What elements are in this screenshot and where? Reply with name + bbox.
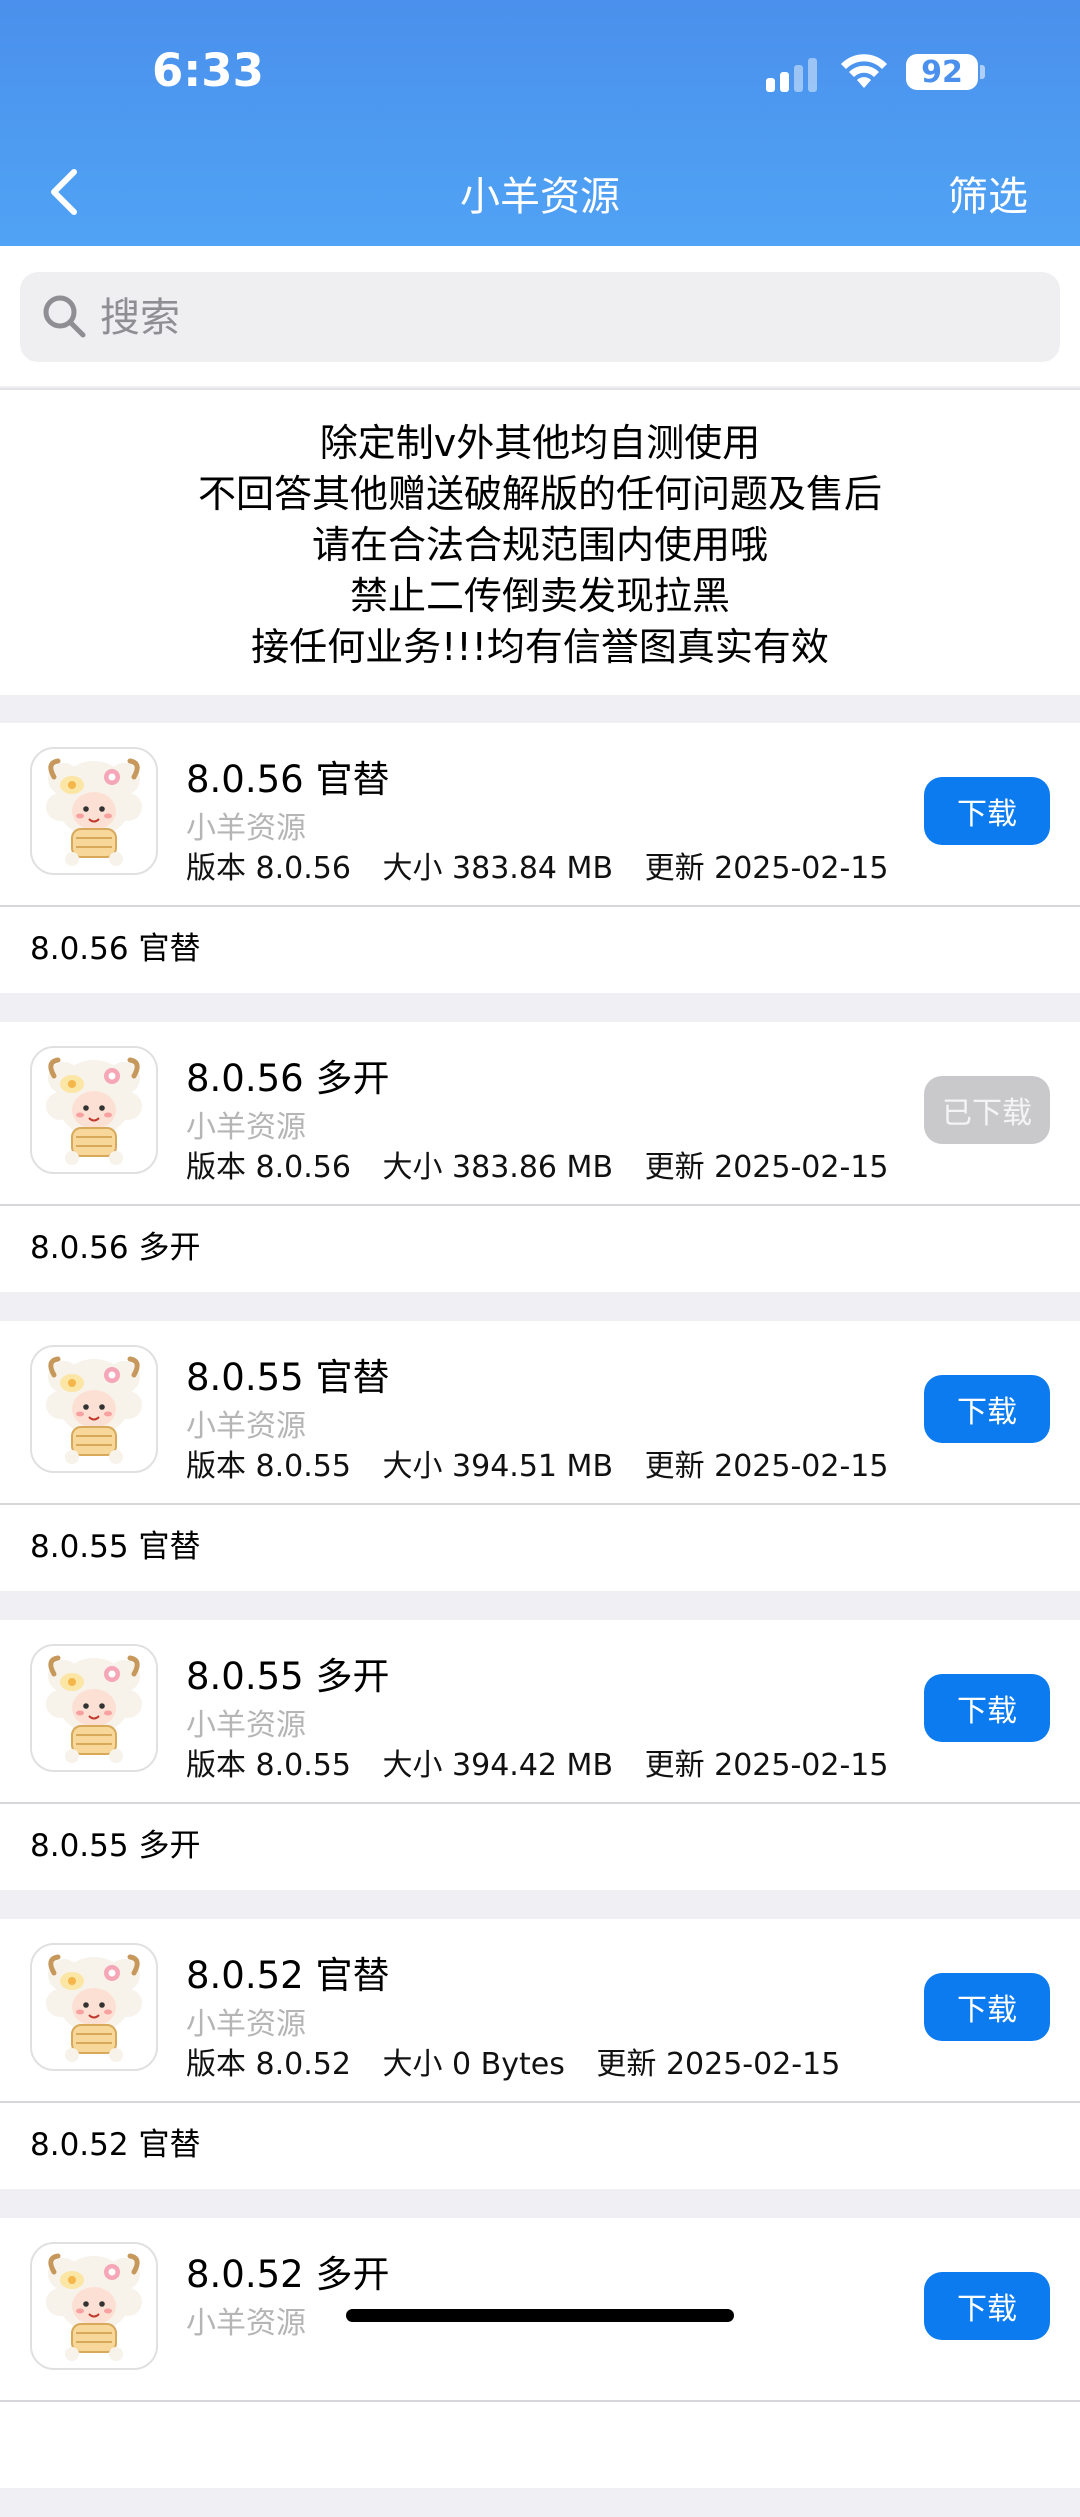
filter-button[interactable]: 筛选 <box>948 164 1028 222</box>
notice-line: 禁止二传倒卖发现拉黑 <box>349 574 730 618</box>
home-indicator[interactable] <box>346 2309 734 2322</box>
resource-list: 8.0.56 官替 小羊资源 版本 8.0.56 大小 383.84 MB 更新… <box>0 723 1080 2517</box>
battery-indicator: 92 <box>906 54 978 90</box>
app-updated: 更新 2025-02-15 <box>596 2047 841 2082</box>
cellular-signal-icon <box>766 58 820 92</box>
download-button[interactable]: 下载 <box>924 1973 1050 2041</box>
app-size: 大小 394.42 MB <box>382 1748 614 1783</box>
app-size: 大小 394.51 MB <box>382 1449 614 1484</box>
app-title: 8.0.56 多开 <box>186 1057 390 1100</box>
app-updated: 更新 2025-02-15 <box>644 1449 889 1484</box>
sheep-app-icon <box>30 1644 158 1772</box>
app-description: 8.0.55 多开 <box>30 1828 201 1864</box>
app-title: 8.0.55 多开 <box>186 1655 390 1698</box>
notice-line: 不回答其他赠送破解版的任何问题及售后 <box>197 472 882 516</box>
notice-panel: 除定制v外其他均自测使用 不回答其他赠送破解版的任何问题及售后 请在合法合规范围… <box>0 388 1080 695</box>
notice-line: 除定制v外其他均自测使用 <box>319 421 761 465</box>
download-button[interactable]: 下载 <box>924 2272 1050 2340</box>
sheep-app-icon <box>30 1943 158 2071</box>
app-meta: 版本 8.0.52 大小 0 Bytes 更新 2025-02-15 <box>186 2039 862 2083</box>
list-item[interactable]: 8.0.52 多开 小羊资源 下载 <box>0 2218 1080 2488</box>
app-updated: 更新 2025-02-15 <box>644 851 889 886</box>
app-updated: 更新 2025-02-15 <box>644 1150 889 1185</box>
app-description: 8.0.55 官替 <box>30 1529 201 1565</box>
app-source: 小羊资源 <box>186 1409 306 1444</box>
app-size: 大小 383.86 MB <box>382 1150 614 1185</box>
app-description: 8.0.56 官替 <box>30 931 201 967</box>
list-item[interactable]: 8.0.56 官替 小羊资源 版本 8.0.56 大小 383.84 MB 更新… <box>0 723 1080 993</box>
app-version: 版本 8.0.55 <box>186 1748 351 1783</box>
app-size: 大小 0 Bytes <box>382 2047 565 2082</box>
search-bar <box>0 246 1080 386</box>
search-icon <box>43 295 86 338</box>
list-item[interactable]: 8.0.52 官替 小羊资源 版本 8.0.52 大小 0 Bytes 更新 2… <box>0 1919 1080 2189</box>
app-meta: 版本 8.0.55 大小 394.42 MB 更新 2025-02-15 <box>186 1740 910 1784</box>
app-meta: 版本 8.0.55 大小 394.51 MB 更新 2025-02-15 <box>186 1441 910 1485</box>
wifi-icon <box>841 54 887 88</box>
app-description: 8.0.52 官替 <box>30 2127 201 2163</box>
top-bar: 6:33 92 小羊资源 筛选 <box>0 0 1080 246</box>
app-source: 小羊资源 <box>186 2306 306 2341</box>
download-button[interactable]: 下载 <box>924 1375 1050 1443</box>
sheep-app-icon <box>30 1345 158 1473</box>
app-source: 小羊资源 <box>186 811 306 846</box>
app-updated: 更新 2025-02-15 <box>644 1748 889 1783</box>
app-meta: 版本 8.0.56 大小 383.84 MB 更新 2025-02-15 <box>186 843 910 887</box>
page-title: 小羊资源 <box>460 174 620 220</box>
app-title: 8.0.52 官替 <box>186 1954 390 1997</box>
battery-tip <box>980 65 985 79</box>
downloaded-button[interactable]: 已下载 <box>924 1076 1050 1144</box>
app-version: 版本 8.0.52 <box>186 2047 351 2082</box>
app-meta: 版本 8.0.56 大小 383.86 MB 更新 2025-02-15 <box>186 1142 910 1186</box>
app-source: 小羊资源 <box>186 2007 306 2042</box>
status-time: 6:33 <box>152 44 264 97</box>
app-meta <box>186 2338 252 2373</box>
app-size: 大小 383.84 MB <box>382 851 614 886</box>
app-source: 小羊资源 <box>186 1708 306 1743</box>
sheep-app-icon <box>30 747 158 875</box>
app-version: 版本 8.0.56 <box>186 1150 351 1185</box>
sheep-app-icon <box>30 2242 158 2370</box>
download-button[interactable]: 下载 <box>924 1674 1050 1742</box>
app-version: 版本 8.0.56 <box>186 851 351 886</box>
app-version: 版本 8.0.55 <box>186 1449 351 1484</box>
download-button[interactable]: 下载 <box>924 777 1050 845</box>
search-box[interactable] <box>20 272 1060 362</box>
app-title: 8.0.52 多开 <box>186 2253 390 2296</box>
search-input[interactable] <box>98 280 1022 356</box>
list-item[interactable]: 8.0.55 多开 小羊资源 版本 8.0.55 大小 394.42 MB 更新… <box>0 1620 1080 1890</box>
app-title: 8.0.56 官替 <box>186 758 390 801</box>
notice-line: 请在合法合规范围内使用哦 <box>311 523 768 567</box>
list-item[interactable]: 8.0.55 官替 小羊资源 版本 8.0.55 大小 394.51 MB 更新… <box>0 1321 1080 1591</box>
app-title: 8.0.55 官替 <box>186 1356 390 1399</box>
app-source: 小羊资源 <box>186 1110 306 1145</box>
list-item[interactable]: 8.0.56 多开 小羊资源 版本 8.0.56 大小 383.86 MB 更新… <box>0 1022 1080 1292</box>
app-description: 8.0.56 多开 <box>30 1230 201 1266</box>
notice-line: 接任何业务!!!均有信誉图真实有效 <box>251 625 829 669</box>
sheep-app-icon <box>30 1046 158 1174</box>
